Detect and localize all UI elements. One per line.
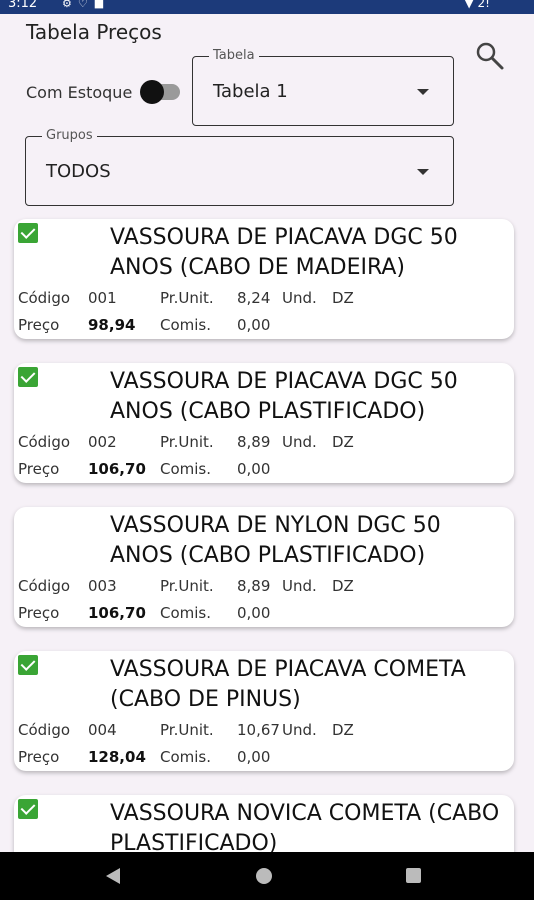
code-value: 004 (88, 721, 117, 739)
status-bar: 3:12 ⚙♡■ ▼ 2! (0, 0, 534, 14)
unit-value: DZ (332, 721, 354, 739)
toggle-thumb (140, 80, 164, 104)
price-label: Preço (18, 316, 60, 334)
product-card[interactable]: VASSOURA NOVICA COMETA (CABO PLASTIFICAD… (14, 795, 514, 852)
commission-value: 0,00 (237, 460, 271, 478)
product-card[interactable]: VASSOURA DE PIACAVA DGC 50 ANOS (CABO PL… (14, 363, 514, 483)
status-notification-icons: ⚙♡■ (62, 0, 111, 10)
unit-price-value: 10,67 (237, 721, 280, 739)
price-label: Preço (18, 748, 60, 766)
commission-label: Comis. (160, 748, 212, 766)
commission-value: 0,00 (237, 604, 271, 622)
checkbox-checked-icon[interactable] (18, 367, 38, 387)
commission-label: Comis. (160, 316, 212, 334)
commission-label: Comis. (160, 604, 212, 622)
checkbox-checked-icon[interactable] (18, 223, 38, 243)
groups-select-value: TODOS (46, 161, 111, 182)
price-value: 98,94 (88, 316, 136, 334)
code-label: Código (18, 577, 71, 595)
groups-select-label: Grupos (42, 128, 97, 143)
price-value: 106,70 (88, 604, 146, 622)
unit-price-label: Pr.Unit. (160, 433, 214, 451)
table-select-label: Tabela (209, 48, 259, 63)
code-value: 002 (88, 433, 117, 451)
price-label: Preço (18, 460, 60, 478)
search-icon[interactable] (474, 40, 506, 72)
groups-select[interactable]: Grupos TODOS (25, 128, 454, 206)
unit-label: Und. (282, 721, 317, 739)
product-card[interactable]: VASSOURA DE PIACAVA COMETA (CABO DE PINU… (14, 651, 514, 771)
unit-price-value: 8,89 (237, 433, 271, 451)
unit-price-label: Pr.Unit. (160, 577, 214, 595)
unit-price-label: Pr.Unit. (160, 289, 214, 307)
price-value: 128,04 (88, 748, 146, 766)
unit-price-value: 8,89 (237, 577, 271, 595)
status-system-icons: ▼ 2! (464, 0, 491, 10)
product-name: VASSOURA DE PIACAVA DGC 50 ANOS (CABO DE… (110, 225, 458, 280)
price-label: Preço (18, 604, 60, 622)
home-icon[interactable] (256, 868, 272, 884)
code-label: Código (18, 721, 71, 739)
price-value: 106,70 (88, 460, 146, 478)
unit-label: Und. (282, 433, 317, 451)
system-nav-bar (0, 852, 534, 900)
unit-value: DZ (332, 577, 354, 595)
back-icon[interactable] (106, 868, 120, 884)
unit-value: DZ (332, 433, 354, 451)
product-name: VASSOURA NOVICA COMETA (CABO PLASTIFICAD… (110, 801, 500, 852)
stock-toggle[interactable] (140, 80, 180, 104)
chevron-down-icon (417, 169, 429, 175)
page-title: Tabela Preços (26, 20, 162, 44)
product-name: VASSOURA DE PIACAVA COMETA (CABO DE PINU… (110, 657, 466, 712)
unit-label: Und. (282, 577, 317, 595)
commission-value: 0,00 (237, 748, 271, 766)
unit-price-label: Pr.Unit. (160, 721, 214, 739)
code-label: Código (18, 433, 71, 451)
product-list[interactable]: VASSOURA DE PIACAVA DGC 50 ANOS (CABO DE… (0, 212, 534, 852)
product-name: VASSOURA DE NYLON DGC 50 ANOS (CABO PLAS… (110, 513, 441, 568)
code-value: 003 (88, 577, 117, 595)
code-value: 001 (88, 289, 117, 307)
commission-label: Comis. (160, 460, 212, 478)
product-card[interactable]: VASSOURA DE PIACAVA DGC 50 ANOS (CABO DE… (14, 219, 514, 339)
checkbox-checked-icon[interactable] (18, 655, 38, 675)
chevron-down-icon (417, 89, 429, 95)
commission-value: 0,00 (237, 316, 271, 334)
checkbox-checked-icon[interactable] (18, 799, 38, 819)
code-label: Código (18, 289, 71, 307)
table-select[interactable]: Tabela Tabela 1 (192, 48, 454, 126)
stock-filter-label: Com Estoque (26, 83, 133, 102)
unit-price-value: 8,24 (237, 289, 271, 307)
unit-value: DZ (332, 289, 354, 307)
product-card[interactable]: VASSOURA DE NYLON DGC 50 ANOS (CABO PLAS… (14, 507, 514, 627)
table-select-value: Tabela 1 (213, 81, 288, 102)
status-time: 3:12 (8, 0, 38, 11)
recent-apps-icon[interactable] (406, 868, 421, 883)
product-name: VASSOURA DE PIACAVA DGC 50 ANOS (CABO PL… (110, 369, 458, 424)
unit-label: Und. (282, 289, 317, 307)
